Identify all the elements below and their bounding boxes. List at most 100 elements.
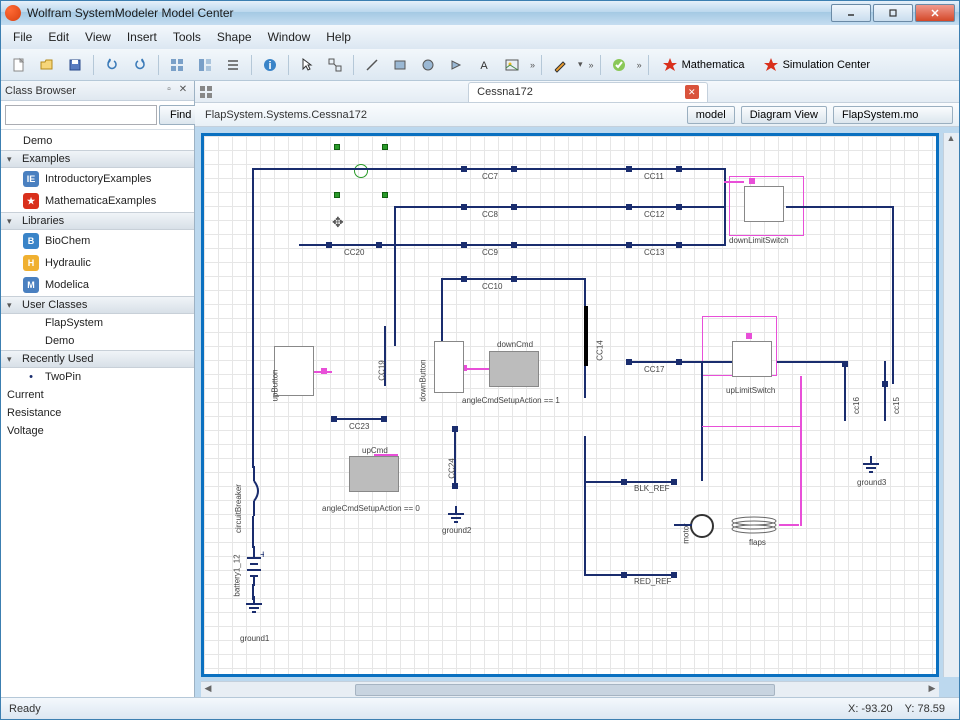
wire[interactable] [629,206,679,208]
scroll-up-icon[interactable]: ▲ [944,133,958,147]
wire[interactable] [800,376,802,526]
grid-view-icon[interactable] [199,85,213,99]
wire[interactable] [379,244,464,246]
wire[interactable] [679,244,724,246]
comp-ground3[interactable] [859,456,883,478]
comp-ground2[interactable] [444,506,468,528]
wire[interactable] [514,206,629,208]
tree-item-hydraulic[interactable]: H Hydraulic [17,252,194,274]
selection-handle[interactable] [382,192,388,198]
wire[interactable] [624,481,674,483]
view-list-button[interactable] [221,53,245,77]
node[interactable] [671,572,677,578]
tree-item-demo2[interactable]: Demo [17,332,194,350]
comp-motor[interactable] [690,514,714,538]
menu-file[interactable]: File [5,27,40,47]
diagram-view-button[interactable]: Diagram View [741,106,827,124]
check-button[interactable] [607,53,631,77]
diagram-viewport[interactable]: CC7 CC8 CC9 CC10 CC11 CC12 [195,127,959,697]
connector-tool[interactable] [323,53,347,77]
wire[interactable] [702,426,802,427]
comp-box[interactable] [744,186,784,222]
close-button[interactable] [915,4,955,22]
wire[interactable] [394,206,396,346]
wire[interactable] [464,244,514,246]
wire[interactable] [464,168,514,170]
tab-close-button[interactable]: ✕ [685,85,699,99]
scroll-right-icon[interactable]: ▶ [925,683,939,697]
wire[interactable] [777,361,845,363]
panel-close-icon[interactable]: ✕ [176,84,190,98]
selection-handle[interactable] [334,192,340,198]
tab-cessna[interactable]: Cessna172 ✕ [468,82,708,102]
class-tree[interactable]: Demo ▾ Examples IE IntroductoryExamples … [1,130,194,697]
tree-item-introductory[interactable]: IE IntroductoryExamples [17,168,194,190]
tree-section-examples[interactable]: ▾ Examples [1,150,194,168]
wire[interactable] [724,181,744,183]
comp-upcmd[interactable] [349,456,399,492]
wire[interactable] [252,418,254,468]
wire[interactable] [629,244,679,246]
wire[interactable] [624,574,674,576]
node[interactable] [321,368,327,374]
tree-section-user[interactable]: ▾ User Classes [1,296,194,314]
wire[interactable] [702,361,732,363]
selected-component[interactable] [354,164,368,178]
wire[interactable] [584,436,586,576]
view-tile-button[interactable] [193,53,217,77]
comp-battery[interactable]: + [244,546,264,588]
menu-shape[interactable]: Shape [209,27,260,47]
wire[interactable] [679,168,724,170]
menu-view[interactable]: View [77,27,119,47]
wire[interactable] [329,244,379,246]
wire[interactable] [892,206,894,384]
wire[interactable] [299,244,329,246]
tree-item-resistance[interactable]: Resistance [1,404,194,422]
tree-section-libraries[interactable]: ▾ Libraries [1,212,194,230]
node[interactable] [746,333,752,339]
menu-tools[interactable]: Tools [165,27,209,47]
find-input[interactable] [5,105,157,125]
comp-flaps[interactable] [729,514,779,536]
undo-button[interactable] [100,53,124,77]
wire[interactable] [374,454,398,456]
wire[interactable] [724,168,726,246]
selection-handle[interactable] [382,144,388,150]
node[interactable] [882,381,888,387]
minimize-button[interactable] [831,4,871,22]
wire[interactable] [679,206,724,208]
tree-item-modelica[interactable]: M Modelica [17,274,194,296]
node[interactable] [452,426,458,432]
wire[interactable] [464,278,514,280]
wire[interactable] [252,516,254,548]
tree-item-mathematica-examples[interactable]: ★ MathematicaExamples [17,190,194,212]
comp-circuitbreaker[interactable] [244,466,264,518]
wire[interactable] [441,278,464,280]
wire[interactable] [779,524,799,526]
wire[interactable] [252,168,464,170]
tree-section-recent[interactable]: ▾ Recently Used [1,350,194,368]
menu-insert[interactable]: Insert [119,27,165,47]
menu-window[interactable]: Window [260,27,319,47]
wire[interactable] [786,206,894,208]
menu-help[interactable]: Help [318,27,359,47]
node[interactable] [626,359,632,365]
view-grid-button[interactable] [165,53,189,77]
horizontal-scrollbar[interactable]: ◀ ▶ [201,681,939,697]
vertical-scrollbar[interactable]: ▲ [943,133,959,677]
wire[interactable] [334,418,384,420]
wire[interactable] [252,584,254,600]
panel-restore-icon[interactable]: ▫ [162,84,176,98]
wire[interactable] [514,168,629,170]
scroll-left-icon[interactable]: ◀ [201,683,215,697]
wire[interactable] [701,361,703,481]
redo-button[interactable] [128,53,152,77]
info-button[interactable]: i [258,53,282,77]
node[interactable] [452,483,458,489]
comp-downcmd[interactable] [489,351,539,387]
wire[interactable] [884,361,886,421]
ellipse-tool[interactable] [416,53,440,77]
menu-edit[interactable]: Edit [40,27,77,47]
comp-box[interactable] [732,341,772,377]
open-button[interactable] [35,53,59,77]
